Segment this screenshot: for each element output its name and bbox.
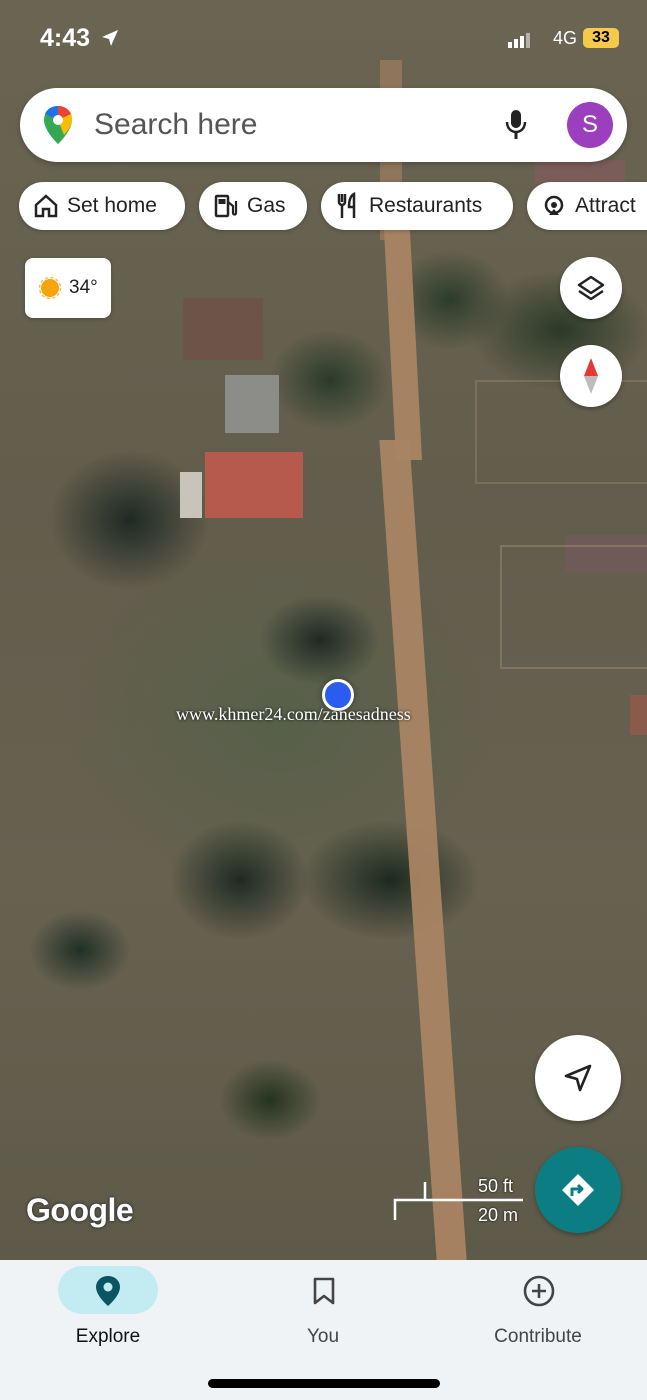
directions-icon <box>562 1174 594 1206</box>
nav-label-explore: Explore <box>75 1326 141 1347</box>
home-icon <box>34 194 58 218</box>
building-roof <box>183 298 263 360</box>
chip-set-home[interactable]: Set home <box>19 182 185 230</box>
building-roof <box>180 472 202 518</box>
watermark-text: www.khmer24.com/zanesadness <box>176 704 411 724</box>
home-indicator[interactable] <box>208 1379 440 1388</box>
scale-metric: 20 m <box>478 1205 519 1225</box>
chip-label: Restaurants <box>369 194 483 217</box>
chip-label: Gas <box>247 194 286 217</box>
directions-button[interactable] <box>535 1147 621 1233</box>
nav-explore[interactable]: Explore <box>28 1260 188 1360</box>
building-roof <box>225 375 279 433</box>
chip-attractions[interactable]: Attract <box>527 182 647 230</box>
compass-icon <box>584 358 598 394</box>
nav-you[interactable]: You <box>243 1260 403 1360</box>
category-chips: Set home Gas Restaurants Attract <box>0 0 647 240</box>
navigation-arrow-icon <box>564 1064 592 1092</box>
my-location-button[interactable] <box>535 1035 621 1121</box>
dirt-road-segment <box>379 440 467 1260</box>
scale-imperial: 50 ft <box>478 1176 514 1196</box>
dirt-road <box>383 230 423 460</box>
weather-badge[interactable]: 34° <box>25 258 111 318</box>
field-boundary <box>475 380 647 484</box>
chip-label: Set home <box>67 194 157 217</box>
layers-icon <box>577 275 605 301</box>
gas-station-icon <box>214 194 238 218</box>
restaurant-icon <box>337 192 356 218</box>
nav-label-you: You <box>306 1326 340 1347</box>
layers-button[interactable] <box>560 257 622 319</box>
nav-label-contribute: Contribute <box>494 1326 582 1347</box>
chip-restaurants[interactable]: Restaurants <box>321 182 513 230</box>
compass-button[interactable] <box>560 345 622 407</box>
field-boundary <box>500 545 647 669</box>
building-roof <box>205 452 303 518</box>
google-logo: Google <box>26 1192 134 1228</box>
attractions-icon <box>544 195 564 215</box>
weather-temperature: 34° <box>69 277 98 298</box>
chip-gas[interactable]: Gas <box>199 182 307 230</box>
chip-label: Attract <box>575 194 636 217</box>
explore-pin-icon <box>96 1276 120 1306</box>
sun-icon <box>38 276 62 300</box>
plus-circle-icon <box>523 1275 555 1307</box>
bookmark-icon <box>313 1277 335 1305</box>
nav-contribute[interactable]: Contribute <box>458 1260 618 1360</box>
building-roof <box>630 695 647 735</box>
